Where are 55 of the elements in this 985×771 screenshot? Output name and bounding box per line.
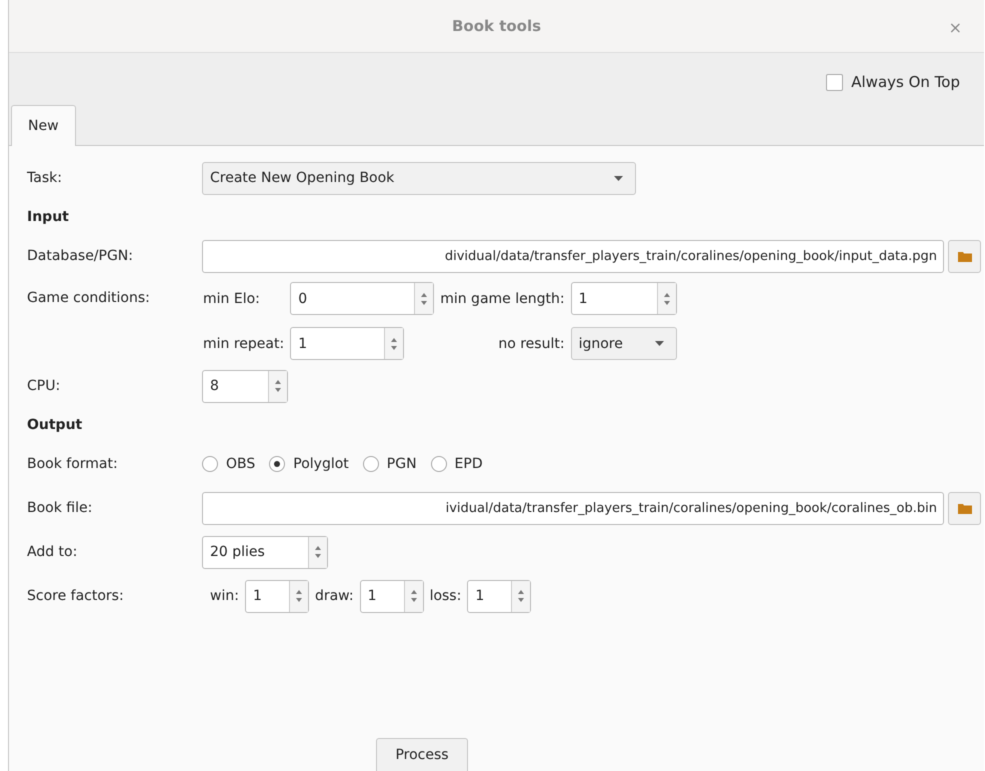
field-label: min Elo: [203,290,261,306]
spin-arrows-icon[interactable] [414,283,434,314]
task-dropdown[interactable]: Create New Opening Book [202,162,636,194]
caret-icon [614,176,623,180]
spin-field[interactable]: 1 [467,580,532,612]
checkbox-label: Always On Top [851,73,960,91]
caret-icon [654,341,664,346]
spin-field[interactable]: 20 plies [202,536,328,568]
folder-icon [958,250,972,262]
path-field[interactable]: ividual/data/transfer_players_train/coralines/opening_book/coralines_ob.bin [202,492,944,524]
radio-button[interactable] [430,456,447,472]
spin-field[interactable]: 1 [570,282,677,315]
window-title: Book tools [452,17,542,35]
field-label: Database/PGN: [27,248,134,264]
radio-label: EPD [454,456,483,472]
spin-arrows-icon[interactable] [288,580,308,612]
spin-field[interactable]: 1 [244,580,309,612]
radio-label: PGN [386,456,417,472]
radio-button[interactable] [269,456,286,472]
checkbox[interactable] [826,74,844,90]
field-label: win: [210,588,239,604]
field-label: CPU: [27,378,62,394]
radio-button[interactable] [202,456,218,472]
no-result-dropdown[interactable]: ignore [570,327,677,360]
spin-field[interactable]: 0 [290,282,434,315]
field-label: draw: [314,588,354,604]
field-label: Add to: [27,544,78,560]
spin-arrows-icon[interactable] [384,328,404,359]
spin-field[interactable]: 1 [290,327,404,360]
field-label: min repeat: [203,336,284,352]
tab[interactable]: New [11,105,76,146]
field-label: no result: [498,336,565,352]
spin-field[interactable]: 8 [202,370,288,402]
field-label: Task: [27,170,63,186]
spin-arrows-icon[interactable] [268,370,287,402]
radio-label: OBS [226,456,256,472]
field-label: min game length: [440,290,565,306]
radio-label: Polyglot [293,456,349,472]
spin-arrows-icon[interactable] [511,580,530,612]
field-label: Book format: [27,456,119,472]
section-heading: Input [27,208,70,227]
spin-arrows-icon[interactable] [404,580,423,612]
field-label: Book file: [27,500,94,516]
spin-arrows-icon[interactable] [656,283,676,314]
process-button[interactable]: Process [376,738,468,771]
radio-button[interactable] [362,456,379,472]
field-label: loss: [430,588,462,604]
browse-button[interactable] [948,492,981,524]
spin-field[interactable]: 1 [360,580,424,612]
section-heading: Output [27,416,84,435]
field-label: Score factors: [27,588,125,604]
path-field[interactable]: dividual/data/transfer_players_train/coralines/opening_book/input_data.pgn [202,240,944,272]
browse-button[interactable] [948,240,981,272]
folder-icon [958,502,972,514]
spin-arrows-icon[interactable] [308,536,327,568]
